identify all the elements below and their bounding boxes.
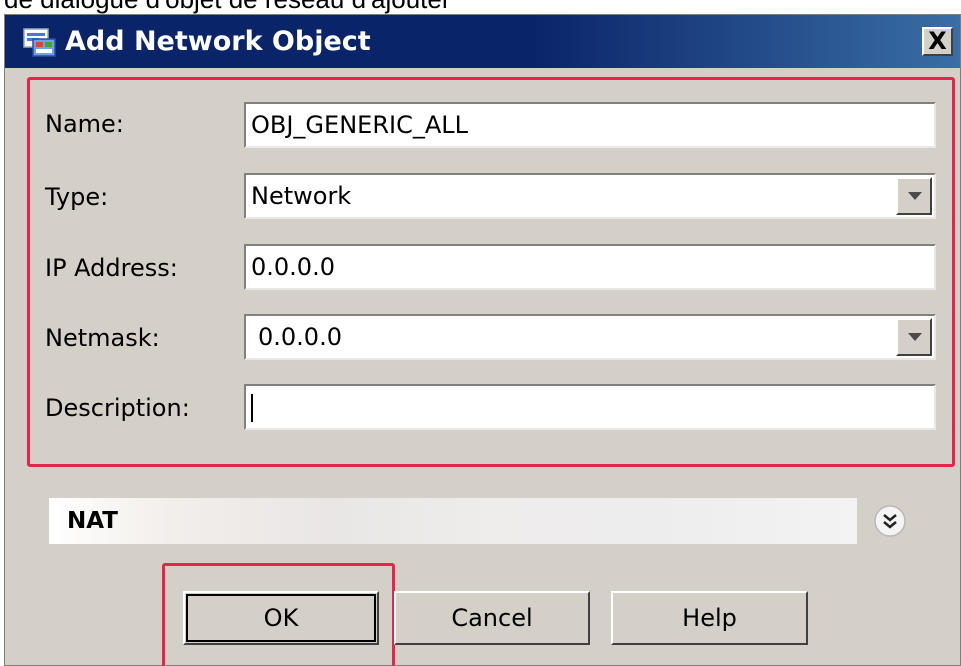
type-select-value: Network <box>251 182 352 210</box>
cancel-button[interactable]: Cancel <box>394 591 590 645</box>
name-label: Name: <box>45 110 124 138</box>
ok-button[interactable]: OK <box>183 591 379 645</box>
nat-section-label: NAT <box>67 508 118 534</box>
description-field[interactable] <box>244 384 936 430</box>
add-network-object-dialog: Add Network Object X Name: OBJ_GENERIC_A… <box>4 14 961 666</box>
type-select[interactable]: Network <box>244 173 936 219</box>
netmask-select-value: 0.0.0.0 <box>258 323 342 351</box>
close-button[interactable]: X <box>922 27 953 56</box>
chevron-down-icon[interactable] <box>896 318 932 356</box>
expand-chevron-icon[interactable] <box>870 501 910 541</box>
help-button[interactable]: Help <box>611 591 808 645</box>
dialog-title: Add Network Object <box>65 26 371 57</box>
chevron-down-icon[interactable] <box>896 177 932 215</box>
nat-section-bar[interactable] <box>49 498 857 544</box>
page-caption: de dialogue d'objet de réseau d'ajouter <box>0 0 961 14</box>
dialog-titlebar[interactable]: Add Network Object X <box>5 15 960 68</box>
description-label: Description: <box>45 394 190 422</box>
netmask-label: Netmask: <box>45 324 160 352</box>
network-object-icon <box>23 28 56 57</box>
ip-address-field[interactable]: 0.0.0.0 <box>244 244 936 290</box>
text-cursor <box>251 394 253 422</box>
netmask-select[interactable]: 0.0.0.0 <box>244 314 936 360</box>
ip-address-label: IP Address: <box>45 254 178 282</box>
name-field[interactable]: OBJ_GENERIC_ALL <box>244 102 936 148</box>
type-label: Type: <box>45 183 109 211</box>
